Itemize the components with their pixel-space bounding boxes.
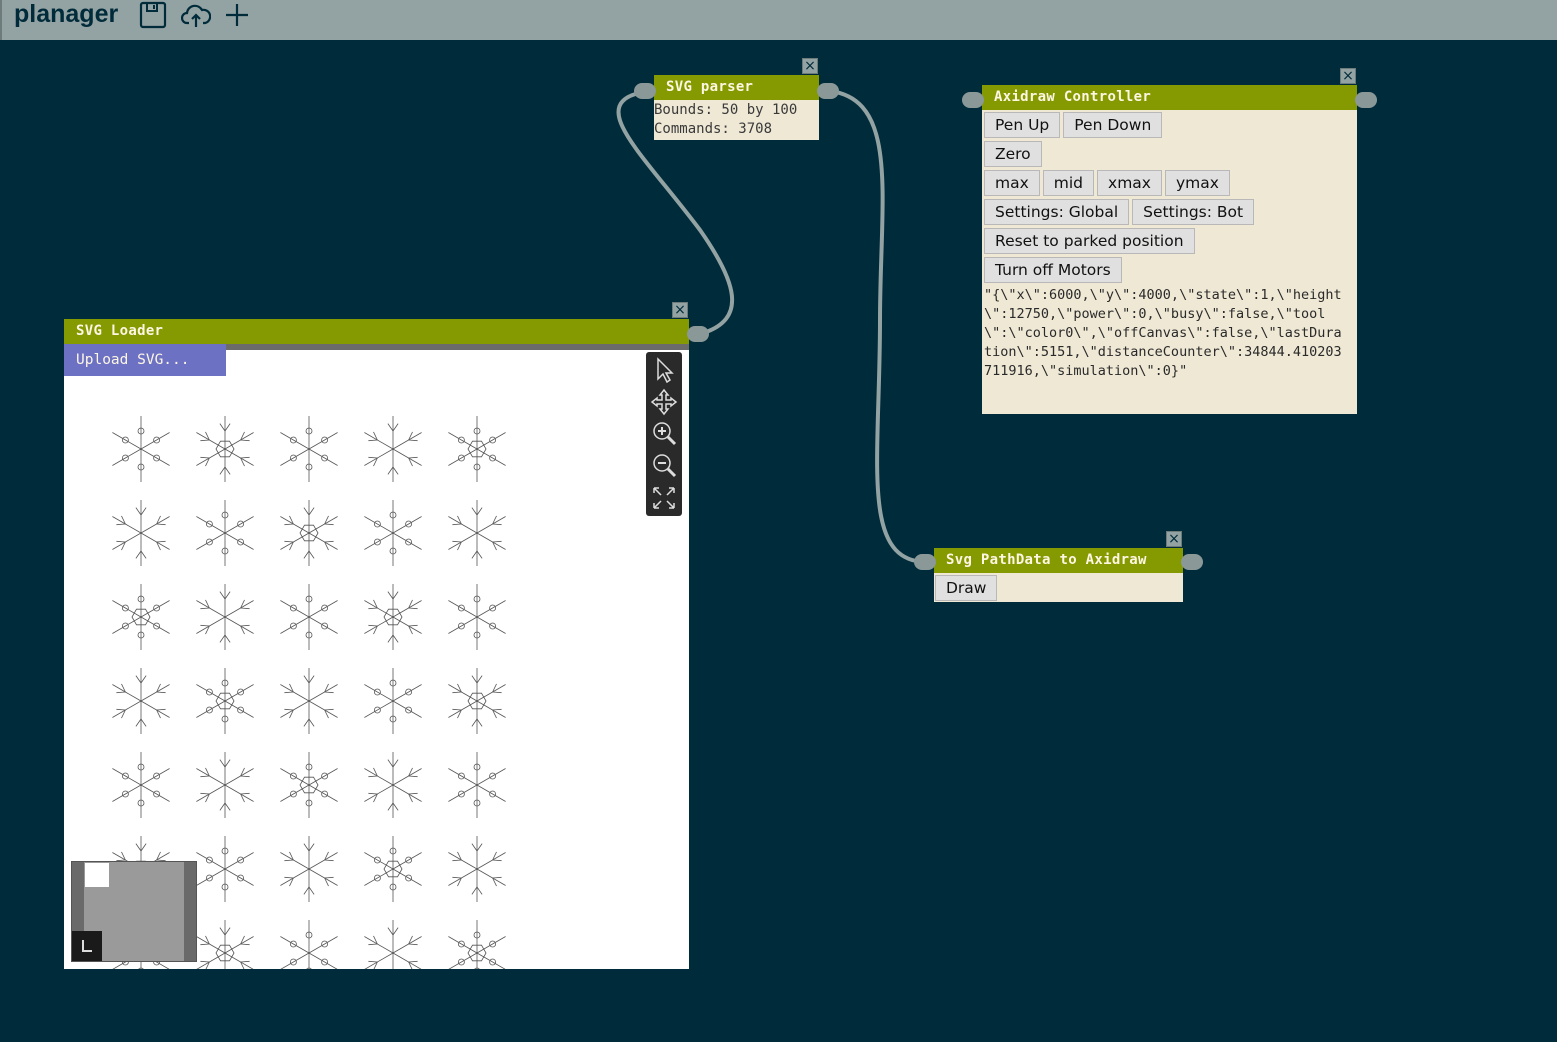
snowflake-shape	[280, 920, 338, 969]
axidraw-controller-node[interactable]: × Axidraw Controller Pen Up Pen Down Zero…	[962, 68, 1377, 414]
snowflake-shape	[364, 500, 422, 566]
node-body: Pen Up Pen Down Zero max mid xmax ymax Setti…	[982, 110, 1357, 414]
snowflake-shape	[196, 416, 254, 482]
snowflake-shape	[196, 500, 254, 566]
close-icon[interactable]: ×	[1340, 68, 1356, 84]
snowflake-shape	[280, 584, 338, 650]
snowflake-shape	[448, 836, 506, 902]
minimap-toggle-icon[interactable]	[72, 931, 102, 961]
output-port[interactable]	[1181, 554, 1203, 570]
snowflake-shape	[280, 836, 338, 902]
node-body: Draw	[934, 573, 1183, 602]
snowflake-shape	[112, 668, 170, 734]
snowflake-shape	[112, 584, 170, 650]
svg-parser-node[interactable]: × SVG parser Bounds: 50 by 100 Commands:…	[634, 58, 839, 140]
snowflake-shape	[112, 752, 170, 818]
close-icon[interactable]: ×	[802, 58, 818, 74]
minimap-viewport[interactable]	[85, 863, 109, 887]
draw-button[interactable]: Draw	[935, 575, 998, 601]
snowflake-shape	[364, 752, 422, 818]
minimap-edge	[184, 862, 196, 961]
snowflake-shape	[196, 584, 254, 650]
node-title[interactable]: Axidraw Controller	[982, 85, 1357, 110]
wire-parser-to-pathdata	[829, 89, 926, 564]
zoom-out-icon[interactable]	[650, 452, 678, 480]
pathdata-to-axidraw-node[interactable]: × Svg PathData to Axidraw Draw	[914, 531, 1203, 602]
turn-off-motors-button[interactable]: Turn off Motors	[984, 257, 1122, 283]
snowflake-shape	[448, 416, 506, 482]
minimap[interactable]	[71, 861, 197, 962]
snowflake-shape	[364, 920, 422, 969]
svg-loader-node[interactable]: × SVG Loader Upload SVG...	[64, 302, 709, 969]
snowflake-shape	[364, 668, 422, 734]
snowflake-shape	[196, 920, 254, 969]
snowflake-shape	[448, 500, 506, 566]
upload-svg-button[interactable]: Upload SVG...	[64, 344, 226, 376]
snowflake-shape	[196, 752, 254, 818]
node-title[interactable]: Svg PathData to Axidraw	[934, 548, 1183, 573]
snowflake-shape	[448, 920, 506, 969]
zoom-toolbar	[646, 352, 682, 516]
snowflake-shape	[280, 500, 338, 566]
snowflake-shape	[112, 500, 170, 566]
output-port[interactable]	[1355, 92, 1377, 108]
snowflake-shape	[448, 752, 506, 818]
mid-button[interactable]: mid	[1042, 170, 1095, 196]
max-button[interactable]: max	[984, 170, 1040, 196]
reset-parked-button[interactable]: Reset to parked position	[984, 228, 1195, 254]
close-icon[interactable]: ×	[672, 302, 688, 318]
zero-button[interactable]: Zero	[984, 141, 1042, 167]
bot-state-text: "{\"x\":6000,\"y\":4000,\"state\":1,\"he…	[984, 287, 1342, 379]
input-port[interactable]	[914, 554, 936, 570]
snowflake-shape	[448, 584, 506, 650]
svg-preview-canvas[interactable]: Upload SVG...	[64, 344, 689, 969]
snowflake-shape	[196, 668, 254, 734]
snowflake-shape	[364, 416, 422, 482]
node-body: Bounds: 50 by 100 Commands: 3708	[654, 100, 819, 140]
pen-down-button[interactable]: Pen Down	[1063, 112, 1163, 138]
zoom-in-icon[interactable]	[650, 420, 678, 448]
fit-view-icon[interactable]	[650, 484, 678, 512]
node-title[interactable]: SVG Loader	[64, 319, 689, 344]
snowflake-shape	[364, 836, 422, 902]
ymax-button[interactable]: ymax	[1164, 170, 1230, 196]
pen-up-button[interactable]: Pen Up	[984, 112, 1061, 138]
snowflake-shape	[280, 668, 338, 734]
input-port[interactable]	[634, 83, 656, 99]
settings-global-button[interactable]: Settings: Global	[984, 199, 1130, 225]
snowflake-shape	[280, 752, 338, 818]
pan-tool-icon[interactable]	[650, 388, 678, 416]
snowflake-shape	[280, 416, 338, 482]
settings-bot-button[interactable]: Settings: Bot	[1132, 199, 1255, 225]
output-port[interactable]	[817, 83, 839, 99]
select-tool-icon[interactable]	[650, 356, 678, 384]
snowflake-shape	[112, 416, 170, 482]
output-port[interactable]	[687, 326, 709, 342]
input-port[interactable]	[962, 92, 984, 108]
snowflake-shape	[448, 668, 506, 734]
commands-text: Commands: 3708	[654, 121, 773, 137]
close-icon[interactable]: ×	[1166, 531, 1182, 547]
bounds-text: Bounds: 50 by 100	[654, 102, 798, 118]
snowflake-shape	[364, 584, 422, 650]
node-title[interactable]: SVG parser	[654, 75, 819, 100]
snowflake-shape	[196, 836, 254, 902]
xmax-button[interactable]: xmax	[1097, 170, 1162, 196]
